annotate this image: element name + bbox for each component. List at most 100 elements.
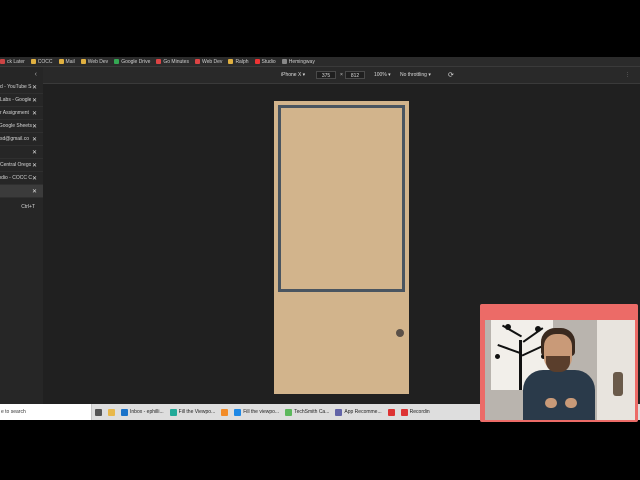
bookmark-item[interactable]: Web Dev <box>194 58 223 65</box>
bookmark-label: Web Dev <box>87 58 109 65</box>
door-upper-panel <box>278 105 405 292</box>
taskbar-item[interactable]: Fill the Viewpo... <box>167 404 219 420</box>
sidebar-tab-label: Google Sheets <box>0 123 32 129</box>
bookmark-icon <box>281 59 287 64</box>
close-tab-icon[interactable]: ✕ <box>32 188 37 195</box>
taskbar-item-label: App Recomme... <box>344 409 382 415</box>
taskbar-item[interactable] <box>105 404 118 420</box>
bookmark-label: Web Dev <box>201 58 223 65</box>
viewport-width-input[interactable]: 375 <box>316 71 336 79</box>
taskbar-item[interactable]: Inbox - ephilli... <box>118 404 167 420</box>
webcam-overlay <box>480 304 638 422</box>
presenter-body <box>523 370 595 420</box>
door-knob <box>396 329 404 337</box>
task-view-icon <box>95 408 102 416</box>
bookmark-label: COCC <box>37 58 53 65</box>
bookmark-icon <box>114 59 120 64</box>
taskbar-item[interactable]: App Recomme... <box>332 404 384 420</box>
bookmarks-bar: ck Later COCC Mail Web Dev Google Drive Go Mi… <box>0 57 640 67</box>
presenter-right-hand <box>565 398 577 408</box>
close-tab-icon[interactable]: ✕ <box>32 136 37 143</box>
taskbar-item-label: Inbox - ephilli... <box>130 409 164 415</box>
bookmark-item[interactable]: Ralph <box>228 58 249 65</box>
bookmark-icon <box>58 59 64 64</box>
sidebar-tab-label: Central Orego <box>0 162 32 168</box>
bookmark-item[interactable]: Go Minutes <box>156 59 189 65</box>
bookmark-icon <box>228 59 234 64</box>
bookmark-label: ck Later <box>7 58 25 65</box>
new-tab-button[interactable]: Ctrl+T <box>0 200 43 214</box>
top-letterbox <box>0 0 640 57</box>
sidebar-tab[interactable]: d - YouTube S ✕ <box>0 81 43 94</box>
bookmark-label: Mail <box>65 58 75 65</box>
bookmark-item[interactable]: Hemingway <box>281 58 315 65</box>
sidebar-tab[interactable]: Central Orego ✕ <box>0 159 43 172</box>
camtasia-icon <box>285 408 293 416</box>
bookmark-item[interactable]: ck Later <box>0 59 25 65</box>
sidebar-tab[interactable]: odio - COCC C ✕ <box>0 172 43 185</box>
bookmark-icon <box>30 59 36 64</box>
bookmark-label: Ralph <box>235 58 249 65</box>
bookmark-item[interactable]: Google Drive <box>114 59 150 65</box>
bookmark-item[interactable]: Mail <box>58 58 75 65</box>
bookmark-icon <box>80 59 86 64</box>
rotate-icon[interactable]: ⟳ <box>448 71 454 79</box>
bottom-letterbox <box>0 420 640 480</box>
close-tab-icon[interactable]: ✕ <box>32 110 37 117</box>
search-placeholder: e to search <box>1 409 26 415</box>
collapse-sidebar-icon[interactable]: ‹ <box>0 67 43 81</box>
sidebar-tab[interactable]: ✕ <box>0 185 43 198</box>
viewport-height-input[interactable]: 812 <box>345 71 365 79</box>
bookmark-label: Hemingway <box>288 58 315 65</box>
bookmark-item[interactable]: Web Dev <box>80 58 109 65</box>
close-tab-icon[interactable]: ✕ <box>32 175 37 182</box>
taskbar-item[interactable]: TechSmith Ca... <box>282 404 332 420</box>
bookmark-icon <box>194 59 200 64</box>
sidebar-tab[interactable]: ✕ <box>0 146 43 159</box>
door <box>274 101 409 394</box>
bookmark-item[interactable]: Studio <box>254 58 276 65</box>
throttling-select[interactable]: No throttling ▾ <box>400 72 431 78</box>
close-tab-icon[interactable]: ✕ <box>32 97 37 104</box>
close-tab-icon[interactable]: ✕ <box>32 123 37 130</box>
more-icon[interactable]: ⋮ <box>625 72 630 78</box>
bookmark-icon <box>156 59 162 64</box>
taskbar-item[interactable]: Fill the viewpo... <box>231 404 282 420</box>
vertical-tabs-sidebar: ‹ d - YouTube S ✕ Labs - Google ✕ r Assignme… <box>0 67 43 404</box>
file-explorer-icon <box>108 408 115 416</box>
sidebar-tab[interactable]: Google Sheets ✕ <box>0 120 43 133</box>
device-select[interactable]: iPhone X ▾ <box>281 72 305 78</box>
close-tab-icon[interactable]: ✕ <box>32 84 37 91</box>
sidebar-tab-label: r Assignment <box>0 110 29 116</box>
room-background <box>597 320 635 420</box>
webcam-video <box>485 320 635 420</box>
taskbar-item[interactable]: Recordin <box>398 404 433 420</box>
sidebar-tab-label: odio - COCC C <box>0 175 32 181</box>
bookmark-icon <box>0 59 5 64</box>
bookmark-item[interactable]: COCC <box>30 58 53 65</box>
taskbar-search-input[interactable]: e to search <box>0 404 92 420</box>
app-icon <box>387 408 395 416</box>
record-icon <box>400 408 408 416</box>
taskbar-item-label: Recordin <box>409 409 430 415</box>
bookmark-icon <box>254 59 260 64</box>
sublime-icon <box>221 408 229 416</box>
bookmark-label: Studio <box>261 58 276 65</box>
taskbar-item[interactable] <box>385 404 398 420</box>
sidebar-tab[interactable]: sd@gmail.co ✕ <box>0 133 43 146</box>
sidebar-tab[interactable]: r Assignment ✕ <box>0 107 43 120</box>
close-tab-icon[interactable]: ✕ <box>32 149 37 156</box>
lamp <box>613 372 623 396</box>
presenter-beard <box>546 356 570 372</box>
taskbar-item[interactable] <box>218 404 231 420</box>
sidebar-tab[interactable]: Labs - Google ✕ <box>0 94 43 107</box>
bookmark-label: Go Minutes <box>163 58 189 65</box>
sidebar-tab-label: d - YouTube S <box>0 84 32 90</box>
close-tab-icon[interactable]: ✕ <box>32 162 37 169</box>
outlook-icon <box>121 408 128 416</box>
taskbar-item[interactable] <box>92 404 105 420</box>
teams-icon <box>335 408 343 416</box>
zoom-select[interactable]: 100% ▾ <box>374 72 391 78</box>
device-toolbar: iPhone X ▾ 375 × 812 100% ▾ No throttlin… <box>43 67 640 84</box>
taskbar-item-label: Fill the Viewpo... <box>178 409 216 415</box>
